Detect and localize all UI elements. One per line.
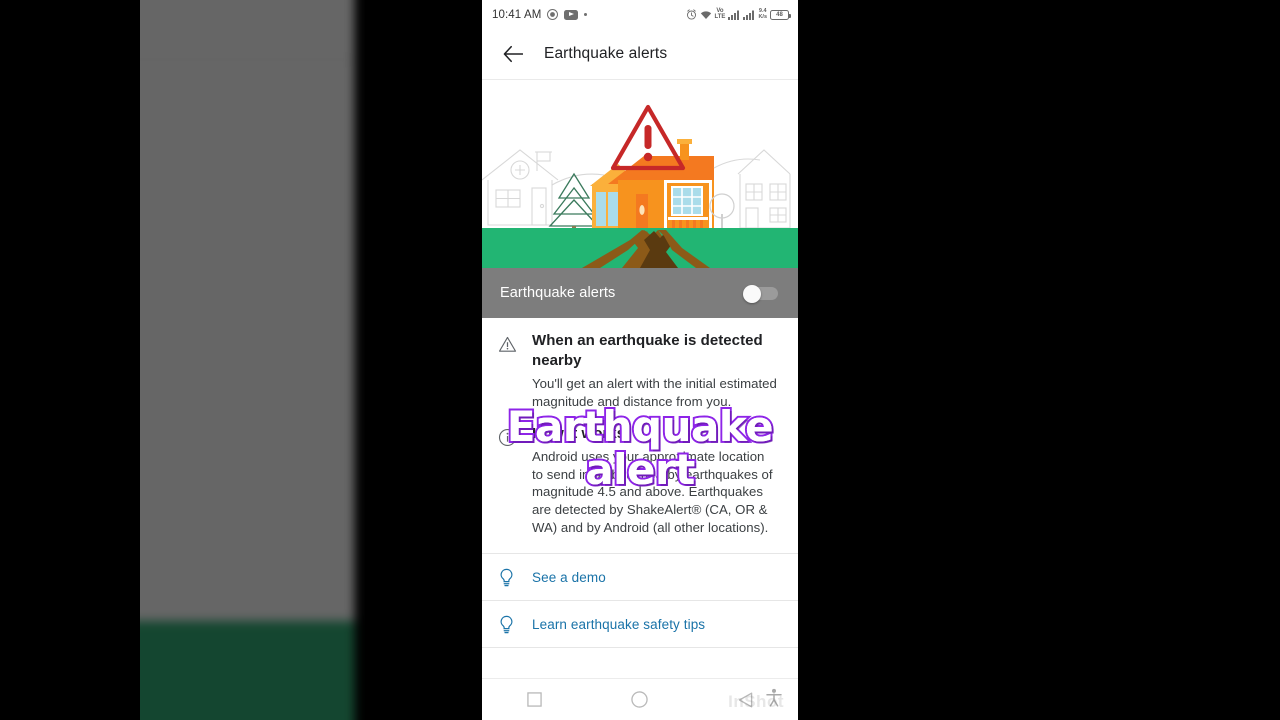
signal-icon-1 xyxy=(728,10,740,20)
info-row-description: Android uses your approximate location t… xyxy=(532,449,773,535)
letterbox-right xyxy=(1140,0,1280,720)
status-bar: 10:41 AM Vo LTE 9.4 K/s 48 xyxy=(482,0,798,29)
content-area: When an earthquake is detected nearby Yo… xyxy=(482,318,798,649)
android-nav-bar: InShot xyxy=(482,678,798,720)
volte-icon: Vo LTE xyxy=(714,8,726,20)
app-bar: Earthquake alerts xyxy=(482,29,798,80)
lightbulb-icon xyxy=(498,568,532,587)
recents-square-icon[interactable] xyxy=(482,679,587,720)
info-row-title: How it works xyxy=(532,425,626,443)
learn-safety-tips-row[interactable]: Learn earthquake safety tips xyxy=(482,601,798,649)
letterbox-mid-right xyxy=(798,0,830,720)
info-row-body: When an earthquake is detected nearby Yo… xyxy=(532,331,782,410)
letterbox-left xyxy=(0,0,140,720)
back-arrow-icon[interactable] xyxy=(496,37,530,71)
warning-triangle-icon xyxy=(498,331,532,410)
page-title: Earthquake alerts xyxy=(544,45,668,62)
info-circle-icon xyxy=(498,424,532,536)
background-blur-left: Earthquake When an earthquake isdetected… xyxy=(140,0,485,720)
info-row-detected-nearby: When an earthquake is detected nearby Yo… xyxy=(482,318,798,414)
battery-icon: 48 xyxy=(770,9,791,20)
switch-knob xyxy=(743,285,761,303)
youtube-icon xyxy=(564,9,579,20)
record-icon xyxy=(547,9,559,20)
letterbox-mid-left xyxy=(455,0,482,720)
lightbulb-icon xyxy=(498,615,532,634)
wifi-icon xyxy=(700,10,712,20)
info-row-body: How it works Android uses your approxima… xyxy=(532,424,782,536)
accessibility-icon[interactable] xyxy=(766,688,782,711)
dot-icon xyxy=(584,13,588,16)
background-blur-right: is e initial distance xyxy=(795,0,1140,720)
earthquake-scene-graphic xyxy=(482,80,798,268)
hero-illustration xyxy=(482,80,798,268)
data-rate-icon: 9.4 K/s xyxy=(758,8,767,20)
earthquake-alerts-switch[interactable] xyxy=(743,285,778,303)
earthquake-alerts-toggle-row[interactable]: Earthquake alerts xyxy=(482,268,798,318)
status-bar-left: 10:41 AM xyxy=(492,8,588,21)
home-circle-icon[interactable] xyxy=(587,679,692,720)
status-clock: 10:41 AM xyxy=(492,8,542,21)
back-triangle-icon[interactable] xyxy=(693,679,798,720)
status-bar-right: Vo LTE 9.4 K/s 48 xyxy=(686,8,791,20)
alarm-icon xyxy=(686,9,697,20)
screenshot-stage: Earthquake When an earthquake isdetected… xyxy=(0,0,1280,720)
info-row-title: When an earthquake is detected nearby xyxy=(532,332,763,369)
background-blur-left-content: Earthquake When an earthquake isdetected… xyxy=(140,0,355,720)
learn-safety-tips-label: Learn earthquake safety tips xyxy=(532,616,706,632)
see-a-demo-label: See a demo xyxy=(532,569,606,585)
see-a-demo-row[interactable]: See a demo xyxy=(482,554,798,602)
toggle-row-label: Earthquake alerts xyxy=(500,285,616,301)
phone-screenshot: 10:41 AM Vo LTE 9.4 K/s 48 Earthquake al… xyxy=(482,0,798,720)
info-row-how-it-works: How it works Android uses your approxima… xyxy=(482,414,798,540)
info-row-description: You'll get an alert with the initial est… xyxy=(532,376,777,409)
signal-icon-2 xyxy=(743,10,755,20)
